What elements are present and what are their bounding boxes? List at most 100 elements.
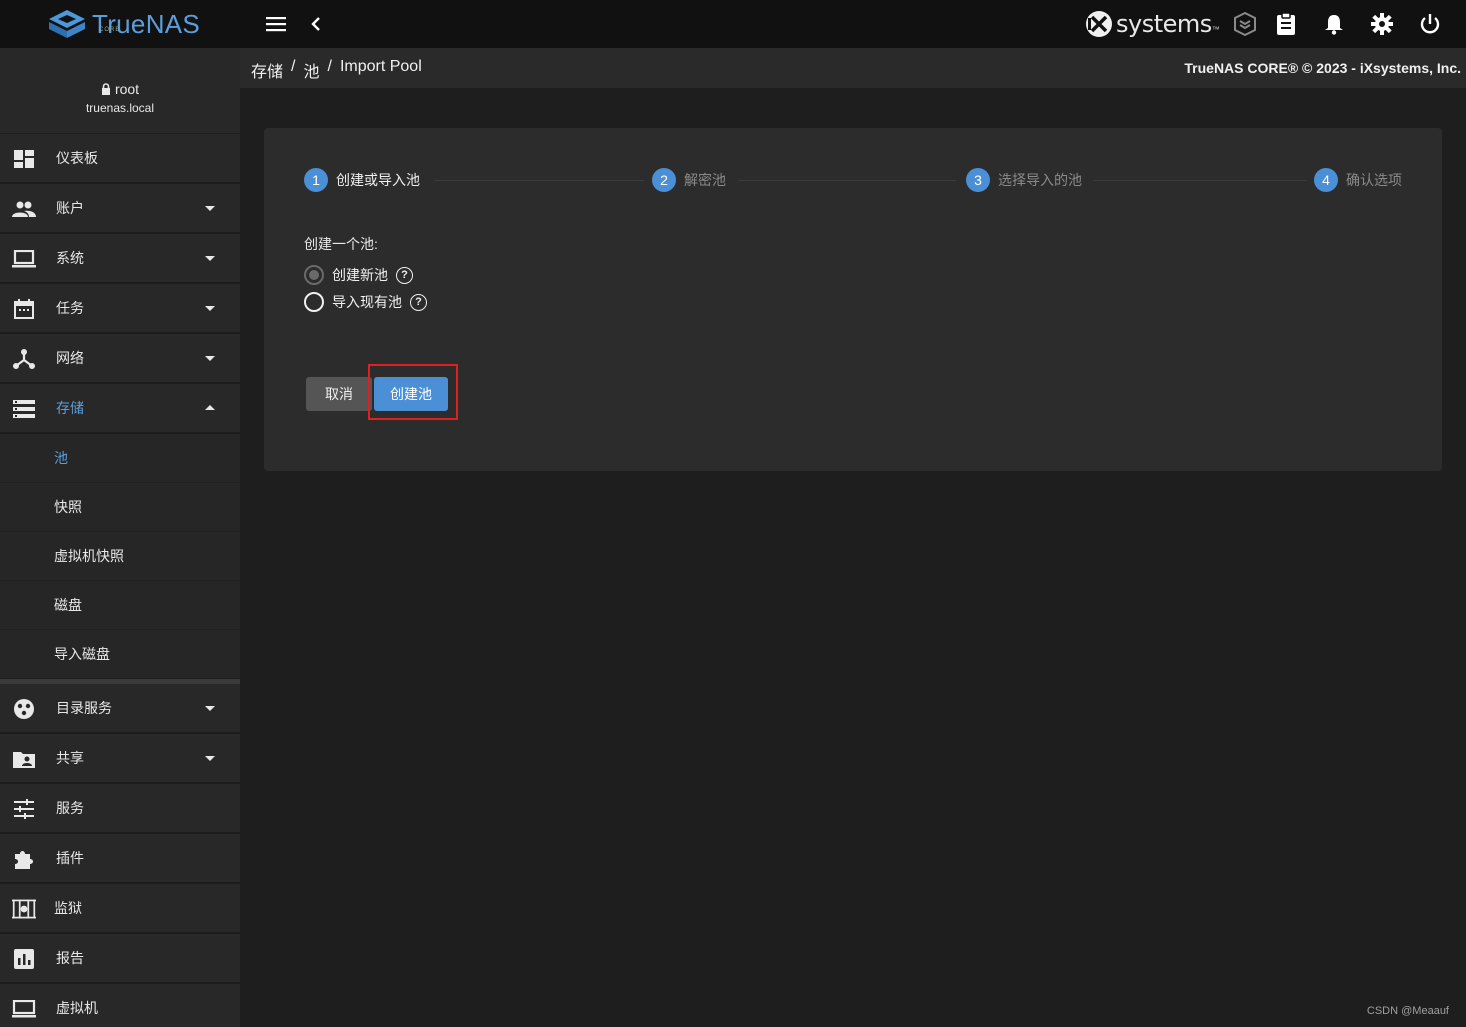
jail-icon (12, 897, 36, 921)
radio-import-existing-pool[interactable]: 导入现有池 ? (304, 291, 427, 313)
sidebar-item-reporting[interactable]: 报告 (0, 934, 240, 984)
power-icon[interactable] (1418, 12, 1442, 36)
ixsystems-logo-wordmark: systems (1116, 10, 1212, 38)
sidebar-item-label: 任务 (56, 300, 84, 316)
step-create-or-import[interactable]: 1 创建或导入池 (304, 168, 420, 192)
ixsystems-trademark: ™ (1211, 24, 1220, 34)
watermark: CSDN @Meaauf (1366, 1005, 1449, 1017)
breadcrumb-separator: / (327, 58, 332, 75)
sidebar-item-label: 报告 (56, 950, 84, 966)
user-name: root (114, 81, 140, 97)
truenas-logo[interactable]: TrueNAS (48, 6, 200, 42)
sidebar-item-services[interactable]: 服务 (0, 784, 240, 834)
breadcrumb-pools[interactable]: 池 (303, 58, 319, 82)
sidebar-subitem-label: 导入磁盘 (54, 646, 110, 662)
sidebar-item-label: 服务 (56, 800, 84, 816)
lock-icon (101, 83, 110, 95)
step-label: 确认选项 (1346, 172, 1402, 188)
stepper-connector (434, 180, 644, 181)
breadcrumb-storage[interactable]: 存储 (251, 58, 283, 82)
sidebar-subitem-snapshots[interactable]: 快照 (0, 483, 240, 532)
bell-icon[interactable] (1322, 12, 1346, 36)
sidebar-item-label: 监狱 (54, 900, 82, 916)
sidebar-subitem-import-disk[interactable]: 导入磁盘 (0, 630, 240, 679)
clipboard-icon[interactable] (1274, 12, 1298, 36)
back-chevron-icon[interactable] (304, 12, 328, 36)
sidebar-item-jails[interactable]: 监狱 (0, 884, 240, 934)
radio-create-new-pool[interactable]: 创建新池 ? (304, 264, 413, 286)
sidebar-item-dashboard[interactable]: 仪表板 (0, 134, 240, 184)
highlight-box (368, 364, 458, 420)
sidebar-item-accounts[interactable]: 账户 (0, 184, 240, 234)
sidebar-item-label: 系统 (56, 250, 84, 266)
sidebar-item-label: 存储 (56, 400, 84, 416)
caret-down-icon (205, 206, 215, 211)
cancel-button[interactable]: 取消 (306, 377, 372, 411)
tune-icon (12, 797, 36, 821)
radio-button[interactable] (304, 292, 324, 312)
menu-icon[interactable] (264, 12, 288, 36)
ixsystems-logo: iXsystems systems ™ (1082, 8, 1220, 40)
help-icon[interactable]: ? (396, 266, 413, 284)
radio-button[interactable] (304, 265, 324, 285)
step-decrypt-pool[interactable]: 2 解密池 (652, 168, 726, 192)
people-icon (12, 197, 36, 221)
logo-subtitle: CORE (99, 27, 121, 33)
breadcrumb-separator: / (291, 58, 296, 75)
caret-down-icon (205, 356, 215, 361)
sidebar-item-tasks[interactable]: 任务 (0, 284, 240, 334)
share-folder-icon (12, 747, 36, 771)
sidebar-subitem-label: 池 (54, 450, 68, 466)
sidebar-subitem-label: 虚拟机快照 (54, 548, 124, 564)
caret-down-icon (205, 256, 215, 261)
stepper-connector (738, 180, 956, 181)
sidebar-item-sharing[interactable]: 共享 (0, 734, 240, 784)
sidebar-item-directory-services[interactable]: 目录服务 (0, 684, 240, 734)
step-label: 创建或导入池 (336, 172, 420, 188)
caret-down-icon (205, 306, 215, 311)
caret-up-icon (205, 405, 215, 410)
calendar-icon (12, 297, 36, 321)
sidebar-item-label: 插件 (56, 850, 84, 866)
sidebar-item-label: 目录服务 (56, 700, 112, 716)
step-label: 解密池 (684, 172, 726, 188)
sidebar-subitem-pools[interactable]: 池 (0, 434, 240, 483)
radio-label: 创建新池 (332, 267, 388, 283)
sidebar-subitem-label: 磁盘 (54, 597, 82, 613)
create-pool-label: 创建一个池: (304, 236, 378, 252)
stepper-connector (1094, 180, 1306, 181)
user-block: root truenas.local (0, 48, 240, 134)
puzzle-icon (12, 847, 36, 871)
caret-down-icon (205, 756, 215, 761)
breadcrumb: 存储 / 池 / Import Pool (251, 58, 422, 82)
sidebar-item-system[interactable]: 系统 (0, 234, 240, 284)
sidebar-item-label: 账户 (56, 200, 84, 216)
step-number: 3 (966, 168, 990, 192)
sidebar-item-storage[interactable]: 存储 (0, 384, 240, 434)
sidebar-item-label: 网络 (56, 350, 84, 366)
sidebar-item-network[interactable]: 网络 (0, 334, 240, 384)
top-bar: TrueNAS CORE iXsystems systems ™ (0, 0, 1466, 48)
breadcrumb-bar: 存储 / 池 / Import Pool TrueNAS CORE® © 202… (240, 48, 1466, 88)
logo-text: TrueNAS (92, 9, 201, 39)
sidebar-subitem-vm-snapshots[interactable]: 虚拟机快照 (0, 532, 240, 581)
copyright-text: TrueNAS CORE® © 2023 - iXsystems, Inc. (1184, 60, 1461, 76)
user-host: truenas.local (85, 101, 155, 115)
sidebar-item-label: 仪表板 (56, 150, 98, 166)
report-icon (12, 947, 36, 971)
step-select-pool[interactable]: 3 选择导入的池 (966, 168, 1082, 192)
sidebar: root truenas.local 仪表板 账户 系统 任务 网络 存储 池 … (0, 48, 240, 1027)
gear-icon[interactable] (1370, 12, 1394, 36)
user-name-row: root (0, 81, 240, 97)
network-icon (12, 347, 36, 371)
help-icon[interactable]: ? (410, 293, 427, 311)
truecommand-icon[interactable] (1233, 12, 1257, 36)
sidebar-item-virtual-machines[interactable]: 虚拟机 (0, 984, 240, 1027)
sidebar-subitem-label: 快照 (54, 499, 82, 515)
sidebar-item-plugins[interactable]: 插件 (0, 834, 240, 884)
ixsystems-logo-icon (1086, 11, 1112, 37)
step-number: 1 (304, 168, 328, 192)
step-confirm-options[interactable]: 4 确认选项 (1314, 168, 1402, 192)
sidebar-subitem-disks[interactable]: 磁盘 (0, 581, 240, 630)
caret-down-icon (205, 706, 215, 711)
